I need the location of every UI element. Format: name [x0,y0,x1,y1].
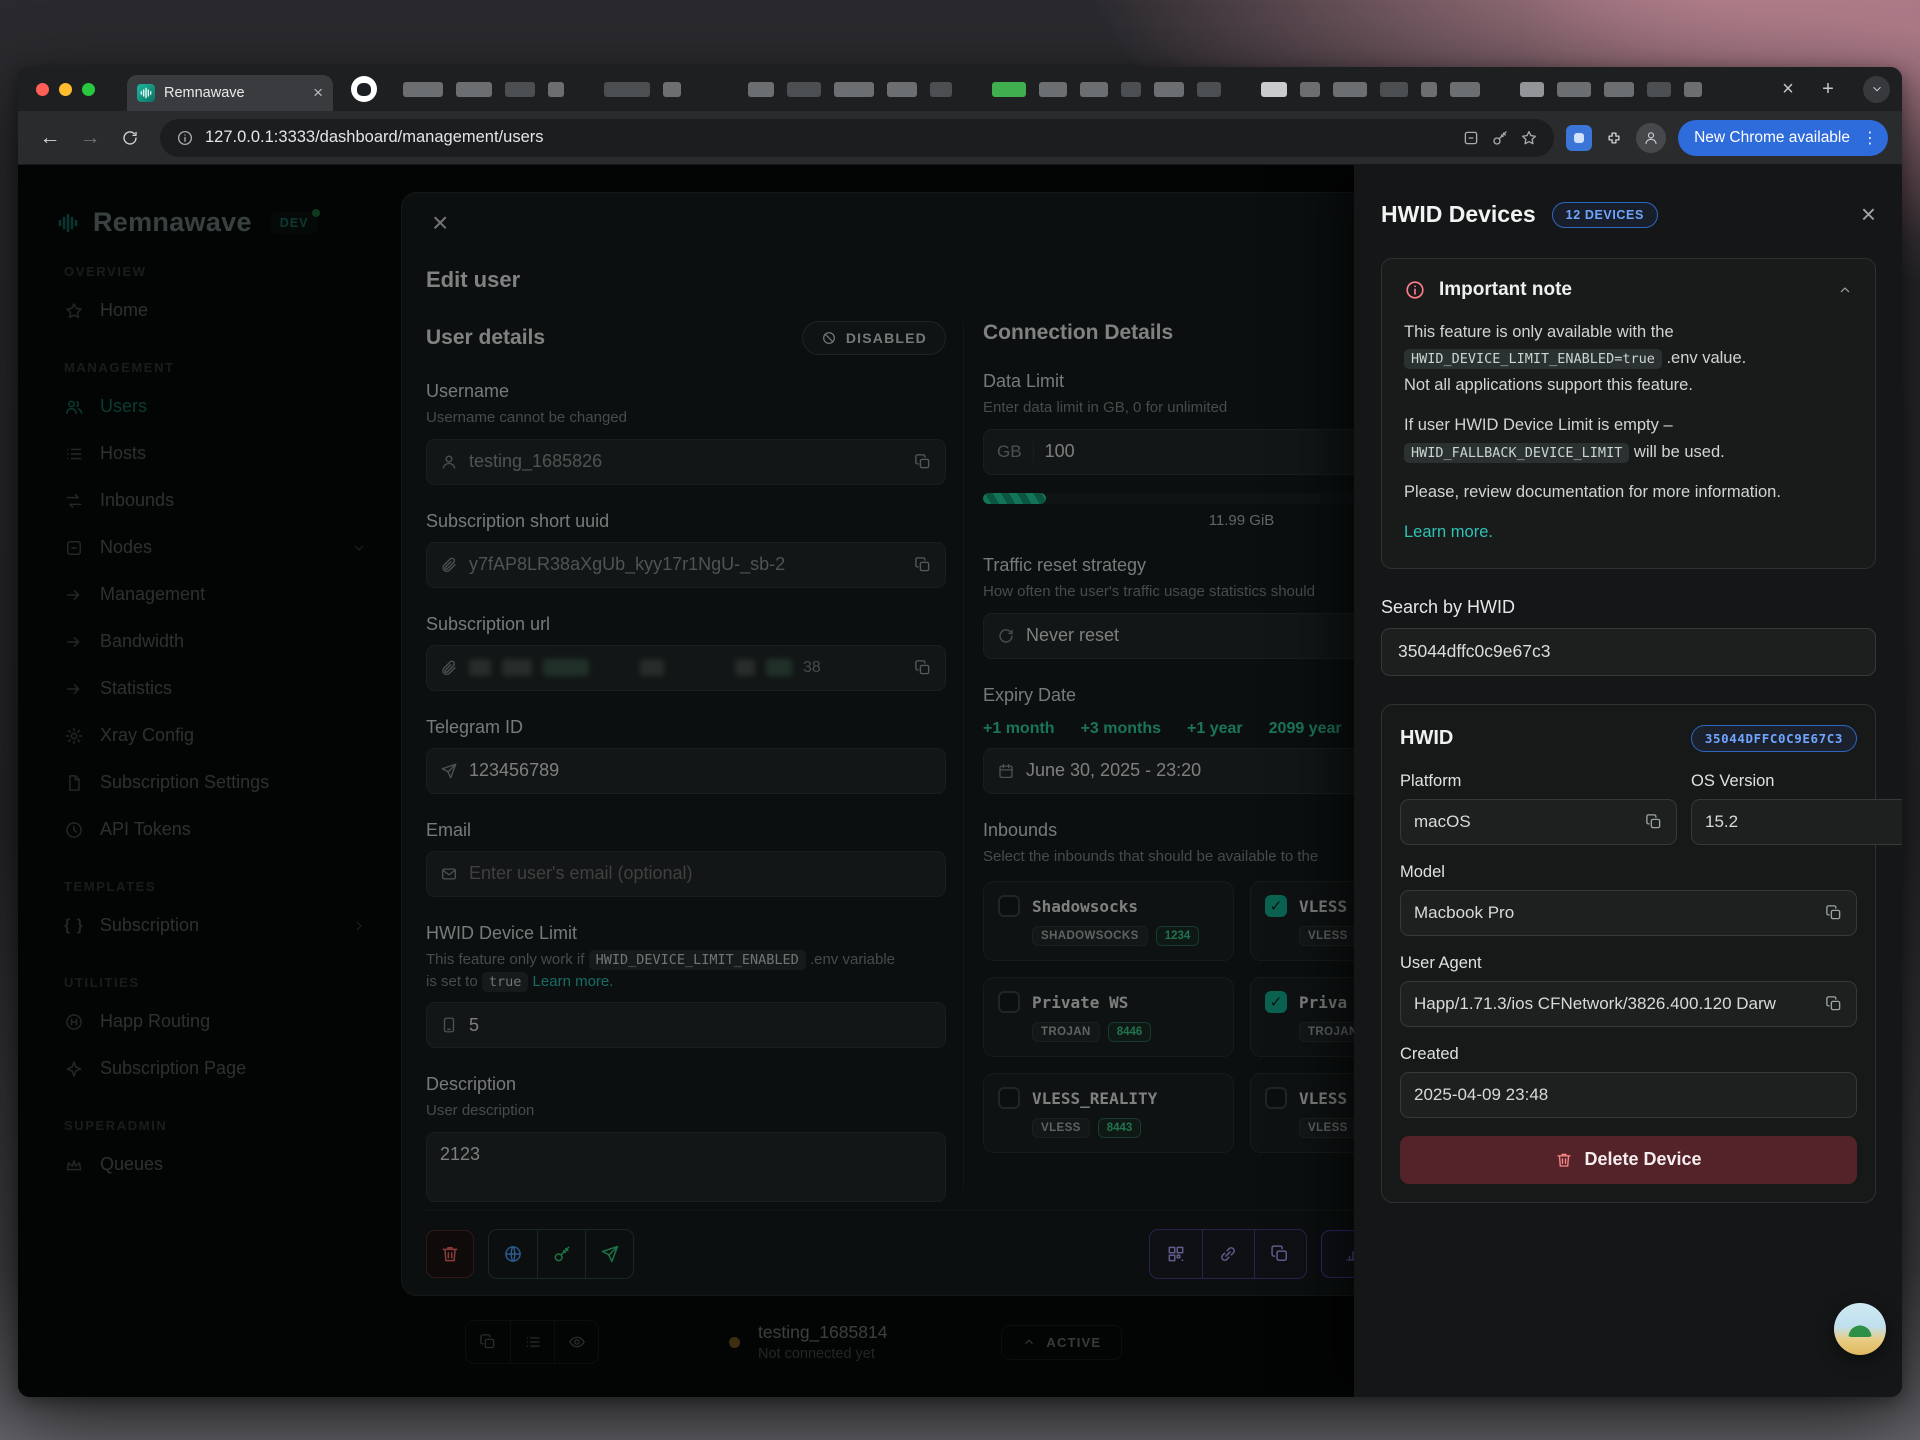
site-info-icon[interactable] [176,129,194,147]
os-version-field [1691,799,1902,845]
user-agent-label: User Agent [1400,954,1857,973]
address-bar[interactable]: 127.0.0.1:3333/dashboard/management/user… [160,119,1554,157]
tab-close-icon[interactable]: × [313,83,323,103]
platform-field [1400,799,1677,845]
platform-label: Platform [1400,772,1677,791]
back-button[interactable]: ← [32,120,68,156]
hwid-search-field [1381,628,1876,676]
extensions-puzzle-icon[interactable] [1596,120,1632,156]
os-version-label: OS Version [1691,772,1902,791]
url-text: 127.0.0.1:3333/dashboard/management/user… [205,128,1451,147]
maximize-window-button[interactable] [82,83,95,96]
tab-remnawave[interactable]: Remnawave × [127,75,333,111]
remnawave-favicon [137,84,155,102]
created-value [1414,1085,1843,1105]
hwid-value-badge: 35044DFFC0C9E67C3 [1691,725,1857,752]
delete-device-button[interactable]: Delete Device [1400,1136,1857,1184]
os-version-value [1705,812,1902,832]
devices-count-badge: 12 DEVICES [1552,202,1658,228]
hwid-devices-drawer: HWID Devices 12 DEVICES × Important note… [1354,165,1902,1397]
tab-title: Remnawave [164,85,304,101]
app-root: Remnawave DEV OVERVIEW Home MANAGEMENT U… [18,165,1902,1397]
drawer-title: HWID Devices [1381,201,1536,228]
github-logo[interactable] [351,76,377,102]
created-label: Created [1400,1045,1857,1064]
search-by-hwid-label: Search by HWID [1381,597,1876,618]
note-paragraph: This feature is only available with the … [1404,319,1853,398]
tab-strip: Remnawave × × + [18,67,1902,111]
fallback-code-chip: HWID_FALLBACK_DEVICE_LIMIT [1404,443,1629,463]
hwid-search-input[interactable] [1398,641,1859,662]
learn-more-link[interactable]: Learn more. [1404,523,1493,541]
copy-icon[interactable] [1645,813,1663,831]
close-window-button[interactable] [36,83,49,96]
password-key-icon[interactable] [1491,129,1509,147]
profile-avatar[interactable] [1636,123,1666,153]
tab-search-chevron[interactable] [1863,76,1890,103]
note-paragraph: If user HWID Device Limit is empty – HWI… [1404,412,1853,465]
reader-icon[interactable] [1462,129,1480,147]
important-note-panel: Important note This feature is only avai… [1381,258,1876,569]
note-paragraph: Please, review documentation for more in… [1404,479,1853,505]
important-note-title: Important note [1439,279,1572,301]
model-value [1414,903,1815,923]
chrome-update-label: New Chrome available [1694,129,1850,147]
important-note-header[interactable]: Important note [1404,279,1853,301]
model-field [1400,890,1857,936]
copy-icon[interactable] [1825,995,1843,1013]
trash-icon [1555,1151,1573,1169]
user-agent-value [1414,994,1815,1014]
browser-toolbar: ← → 127.0.0.1:3333/dashboard/management/… [18,111,1902,165]
bookmark-star-icon[interactable] [1520,129,1538,147]
copy-icon[interactable] [1825,904,1843,922]
minimize-window-button[interactable] [59,83,72,96]
new-tab-button[interactable]: + [1813,78,1843,101]
close-tabs-icon[interactable]: × [1773,78,1803,101]
drawer-close-icon[interactable]: × [1861,199,1876,230]
forward-button[interactable]: → [72,120,108,156]
collapse-chevron-icon[interactable] [1837,282,1853,298]
chrome-update-button[interactable]: New Chrome available ⋮ [1678,120,1888,156]
blurred-tabs [403,82,1763,97]
hwid-card-heading: HWID [1400,727,1453,750]
browser-menu-icon[interactable]: ⋮ [1862,128,1878,148]
palm-island-button[interactable] [1834,1303,1886,1355]
hwid-device-card: HWID 35044DFFC0C9E67C3 Platform OS Versi… [1381,704,1876,1203]
model-label: Model [1400,863,1857,882]
user-agent-field [1400,981,1857,1027]
env-code-chip: HWID_DEVICE_LIMIT_ENABLED=true [1404,349,1662,369]
extension-icon[interactable] [1566,125,1592,151]
created-field [1400,1072,1857,1118]
info-icon [1404,279,1426,301]
reload-button[interactable] [112,120,148,156]
platform-value [1414,812,1635,832]
browser-window: Remnawave × × + ← → 127.0.0.1:3333/dashb… [18,67,1902,1397]
